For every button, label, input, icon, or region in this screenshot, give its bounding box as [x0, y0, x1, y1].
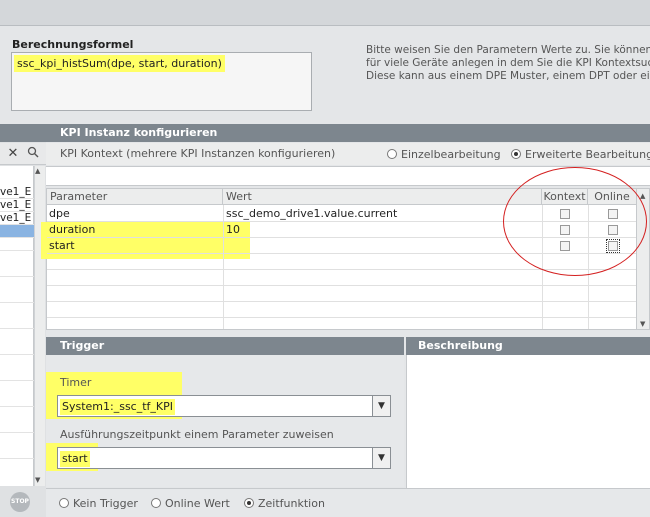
scroll-up-icon[interactable]: ▲	[640, 192, 645, 200]
formula-title: Berechnungsformel	[12, 38, 134, 51]
table-row[interactable]: start	[47, 238, 636, 254]
kpi-section-header: KPI Instanz konfigurieren	[46, 124, 650, 142]
description-header: Beschreibung	[406, 337, 650, 355]
list-item[interactable]	[0, 420, 34, 433]
table-scrollbar[interactable]	[637, 188, 650, 330]
timer-select[interactable]: System1:_ssc_tf_KPI ▼	[57, 395, 391, 417]
stop-button[interactable]: STOP	[10, 492, 30, 512]
table-row[interactable]	[47, 302, 636, 318]
kontext-checkbox[interactable]	[560, 209, 570, 219]
top-toolbar	[0, 0, 650, 26]
radio-single-edit[interactable]: Einzelbearbeitung	[387, 148, 501, 161]
radio-time-function[interactable]: Zeitfunktion	[244, 497, 325, 510]
column-header-wert[interactable]: Wert	[223, 189, 542, 205]
column-header-kontext[interactable]: Kontext	[542, 189, 588, 205]
list-item[interactable]	[0, 342, 34, 355]
left-list-scrollbar[interactable]	[34, 166, 45, 486]
table-row[interactable]	[47, 286, 636, 302]
radio-on-icon	[244, 498, 254, 508]
list-item[interactable]: ve1_E	[0, 186, 34, 199]
parameter-table: Parameter Wert Kontext Online dpe ssc_de…	[41, 188, 637, 330]
info-text: Bitte weisen Sie den Parametern Werte zu…	[366, 44, 650, 83]
table-row[interactable]: duration 10	[47, 222, 636, 238]
radio-extended-edit[interactable]: Erweiterte Bearbeitung	[511, 148, 650, 161]
column-header-online[interactable]: Online	[588, 189, 636, 205]
radio-off-icon	[151, 498, 161, 508]
kpi-context-input[interactable]	[46, 166, 650, 186]
param-name: duration	[49, 223, 96, 236]
assign-param-label: Ausführungszeitpunkt einem Parameter zuw…	[60, 428, 334, 441]
param-name: start	[49, 239, 75, 252]
kpi-context-label: KPI Kontext (mehrere KPI Instanzen konfi…	[60, 147, 336, 160]
left-panel-header	[0, 124, 46, 142]
table-row[interactable]	[47, 254, 636, 270]
column-header-parameter[interactable]: Parameter	[47, 189, 223, 205]
radio-on-icon	[511, 149, 521, 159]
clear-filter-icon[interactable]: ✕	[5, 146, 21, 162]
column-divider	[542, 205, 543, 329]
param-value[interactable]: 10	[223, 222, 542, 238]
info-line: Bitte weisen Sie den Parametern Werte zu…	[366, 44, 650, 56]
list-item[interactable]	[0, 264, 34, 277]
radio-off-icon	[387, 149, 397, 159]
assign-param-select[interactable]: start ▼	[57, 447, 391, 469]
formula-expression: ssc_kpi_histSum(dpe, start, duration)	[14, 55, 225, 72]
kpi-instance-list[interactable]: ve1_E ve1_E ve1_E	[0, 166, 34, 486]
table-row[interactable]	[47, 270, 636, 286]
list-item[interactable]	[0, 238, 34, 251]
online-checkbox[interactable]	[608, 209, 618, 219]
param-value[interactable]: ssc_demo_drive1.value.current	[223, 206, 542, 222]
list-item-selected[interactable]	[0, 225, 34, 238]
scroll-up-icon[interactable]: ▲	[35, 167, 40, 175]
kontext-checkbox[interactable]	[560, 241, 570, 251]
online-checkbox[interactable]	[608, 225, 618, 235]
dropdown-arrow-icon[interactable]: ▼	[372, 396, 390, 416]
formula-box[interactable]: ssc_kpi_histSum(dpe, start, duration)	[11, 52, 312, 111]
column-divider	[588, 205, 589, 329]
param-name: dpe	[49, 207, 70, 220]
dropdown-arrow-icon[interactable]: ▼	[372, 448, 390, 468]
timer-select-value: System1:_ssc_tf_KPI	[60, 399, 176, 415]
online-checkbox[interactable]	[606, 239, 620, 253]
description-text-area[interactable]	[406, 355, 650, 488]
list-item[interactable]: ve1_E	[0, 199, 34, 212]
list-item[interactable]	[0, 316, 34, 329]
list-item[interactable]	[0, 446, 34, 459]
info-line: für viele Geräte anlegen in dem Sie die …	[366, 57, 650, 69]
trigger-header: Trigger	[46, 337, 404, 355]
info-line: Diese kann aus einem DPE Muster, einem D…	[366, 70, 650, 82]
kontext-checkbox[interactable]	[560, 225, 570, 235]
list-item[interactable]	[0, 394, 34, 407]
scroll-down-icon[interactable]: ▼	[35, 476, 40, 484]
timer-label: Timer	[60, 376, 92, 389]
search-icon[interactable]	[25, 146, 41, 162]
radio-online-value[interactable]: Online Wert	[151, 497, 230, 510]
radio-no-trigger[interactable]: Kein Trigger	[59, 497, 138, 510]
scroll-down-icon[interactable]: ▼	[640, 320, 645, 328]
radio-off-icon	[59, 498, 69, 508]
table-row[interactable]: dpe ssc_demo_drive1.value.current	[47, 206, 636, 222]
list-item[interactable]: ve1_E	[0, 212, 34, 225]
list-item[interactable]	[0, 368, 34, 381]
column-divider	[223, 205, 224, 329]
param-value[interactable]	[223, 238, 542, 254]
list-item[interactable]	[0, 290, 34, 303]
assign-param-select-value: start	[60, 451, 90, 467]
